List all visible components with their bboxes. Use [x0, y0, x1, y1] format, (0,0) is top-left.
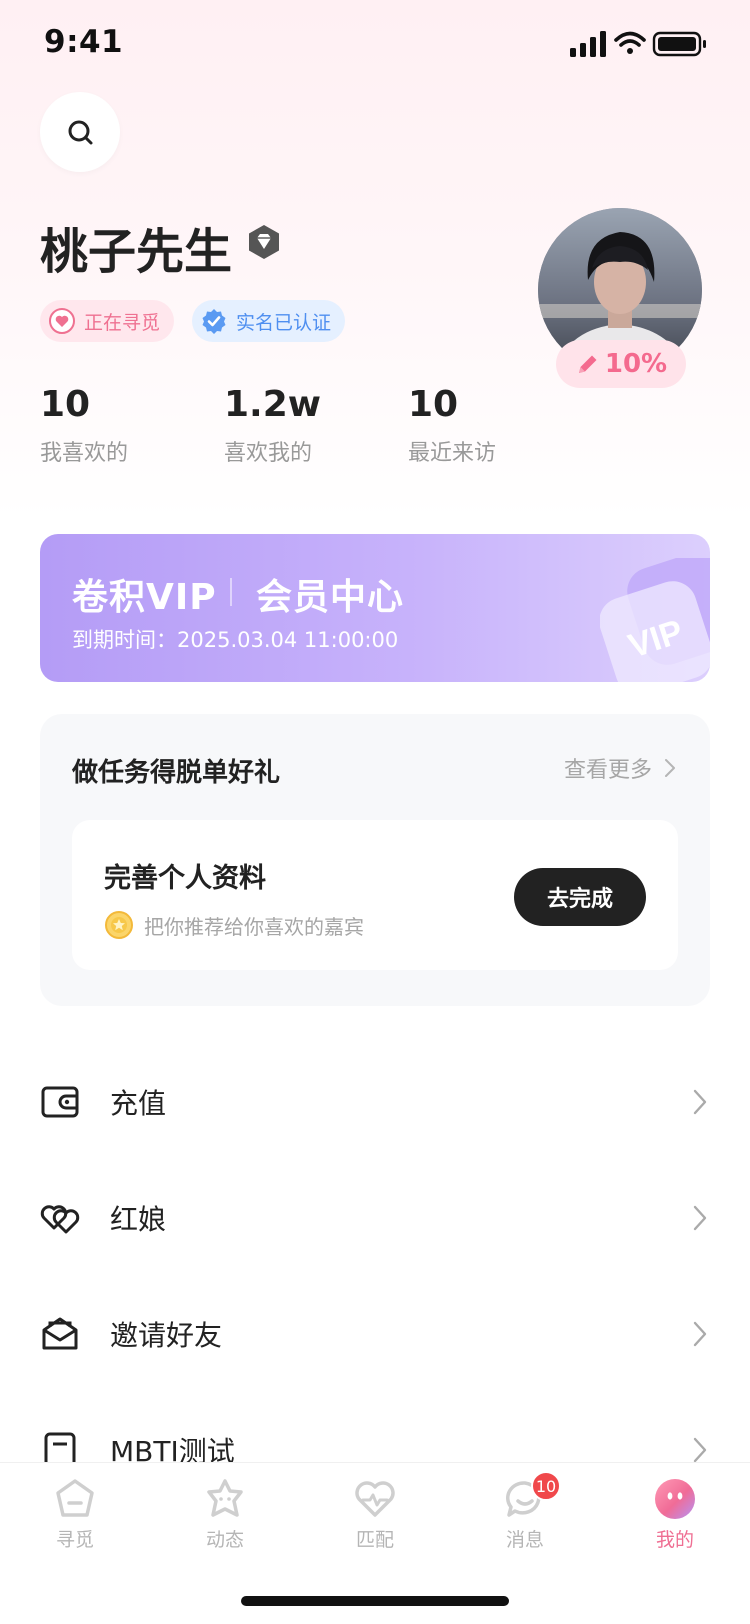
- search-button[interactable]: [40, 92, 120, 172]
- menu-item-recharge[interactable]: 充值: [40, 1062, 710, 1142]
- vip-card[interactable]: 卷积VIP 会员中心 到期时间：2025.03.04 11:00:00 VIP: [40, 534, 710, 682]
- stat-value: 10: [408, 384, 459, 425]
- tab-label: 我的: [655, 1529, 694, 1551]
- vip-expire-value: 2025.03.04 11:00:00: [177, 628, 399, 652]
- seeking-badge[interactable]: 正在寻觅: [40, 300, 175, 342]
- stat-label: 我喜欢的: [40, 441, 129, 466]
- task-card-title: 做任务得脱单好礼: [72, 758, 281, 788]
- task-item: 完善个人资料 把你推荐给你喜欢的嘉宾 去完成: [72, 820, 678, 970]
- match-icon: [355, 1481, 395, 1517]
- coin-icon: [105, 911, 133, 939]
- menu-item-label: 充值: [110, 1087, 167, 1120]
- diamond-level-icon[interactable]: [246, 224, 282, 260]
- vip-center-link[interactable]: 会员中心: [256, 568, 404, 620]
- profile-completion-badge[interactable]: 10%: [556, 340, 686, 388]
- chevron-right-icon: [693, 1089, 707, 1115]
- stat-value: 1.2w: [224, 384, 322, 425]
- heart-icon: [49, 308, 75, 334]
- profile-completion-value: 10%: [604, 349, 668, 379]
- task-item-subtitle-text: 把你推荐给你喜欢的嘉宾: [144, 914, 364, 939]
- chevron-right-icon: [693, 1437, 707, 1463]
- status-time: 9:41: [44, 24, 124, 60]
- chevron-right-icon: [693, 1205, 707, 1231]
- vip-divider: [230, 578, 232, 606]
- stat-value: 10: [40, 384, 91, 425]
- tab-match[interactable]: 匹配: [325, 1477, 425, 1552]
- chevron-right-icon: [665, 759, 675, 777]
- vip-expire-label: 到期时间：: [72, 628, 177, 652]
- seeking-badge-label: 正在寻觅: [84, 311, 161, 334]
- signal-icon: [570, 31, 606, 57]
- see-more-link[interactable]: 查看更多: [564, 752, 676, 784]
- profile-icon: [655, 1479, 695, 1519]
- task-card: 做任务得脱单好礼 查看更多 完善个人资料 把你推荐给你喜欢的嘉宾 去完成: [40, 714, 710, 1006]
- hearts-icon: [40, 1205, 80, 1234]
- see-more-label: 查看更多: [563, 758, 652, 783]
- envelope-icon: [42, 1317, 78, 1350]
- tab-moments[interactable]: 动态: [175, 1477, 275, 1552]
- tab-label: 消息: [505, 1529, 544, 1551]
- vip-expire: 到期时间：2025.03.04 11:00:00: [72, 624, 398, 654]
- verified-badge[interactable]: 实名已认证: [192, 300, 346, 342]
- edit-pencil-icon: [578, 355, 597, 373]
- search-icon: [68, 120, 93, 145]
- menu-item-matchmaker[interactable]: 红娘: [40, 1178, 710, 1258]
- chevron-right-icon: [693, 1321, 707, 1347]
- tab-messages[interactable]: 10 消息: [475, 1471, 575, 1552]
- tab-label: 寻觅: [55, 1529, 94, 1551]
- status-icons: [570, 31, 706, 57]
- tab-me[interactable]: 我的: [625, 1477, 725, 1552]
- vip-title: 卷积VIP: [72, 577, 217, 618]
- unread-badge: 10: [531, 1471, 561, 1501]
- stat-likes[interactable]: 10 我喜欢的: [40, 384, 128, 467]
- verified-icon: [202, 309, 226, 334]
- stat-label: 喜欢我的: [224, 441, 313, 466]
- tab-label: 匹配: [355, 1529, 394, 1551]
- home-indicator: [241, 1596, 509, 1606]
- menu-item-invite-friends[interactable]: 邀请好友: [40, 1294, 710, 1374]
- battery-icon: [652, 31, 706, 57]
- menu-item-label: 红娘: [110, 1203, 167, 1236]
- verified-badge-label: 实名已认证: [236, 311, 332, 334]
- tab-label: 动态: [205, 1529, 244, 1551]
- wifi-icon: [614, 31, 646, 54]
- menu-item-label: 邀请好友: [110, 1319, 223, 1352]
- complete-task-button[interactable]: 去完成: [514, 868, 646, 926]
- wallet-icon: [41, 1086, 79, 1118]
- task-item-title: 完善个人资料: [104, 863, 266, 894]
- user-name: 桃子先生: [40, 224, 233, 280]
- tab-discover[interactable]: 寻觅: [25, 1477, 125, 1552]
- task-item-subtitle: 把你推荐给你喜欢的嘉宾: [104, 910, 364, 940]
- home-icon: [56, 1479, 94, 1517]
- vip-card-decoration: VIP: [600, 558, 710, 682]
- stat-visitors[interactable]: 10 最近来访: [408, 384, 496, 467]
- stat-liked-by[interactable]: 1.2w 喜欢我的: [224, 384, 321, 467]
- stat-label: 最近来访: [408, 441, 497, 466]
- moments-icon: [207, 1479, 243, 1517]
